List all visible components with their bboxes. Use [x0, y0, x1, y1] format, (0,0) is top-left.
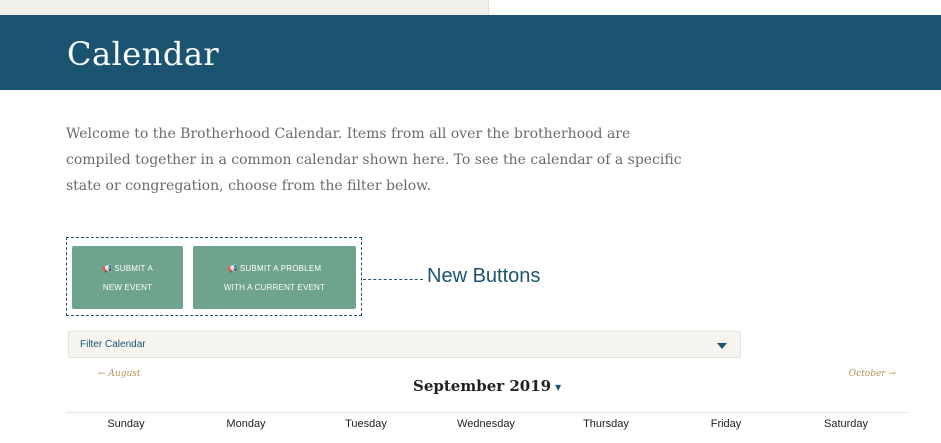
- submit-new-event-line1: 📢 SUBMIT A: [102, 259, 153, 278]
- megaphone-icon: 📢: [227, 263, 238, 273]
- weekday-divider: [66, 412, 909, 413]
- chevron-down-icon: ▾: [555, 380, 562, 394]
- top-strip-right: [489, 0, 941, 15]
- intro-text: Welcome to the Brotherhood Calendar. Ite…: [66, 126, 682, 194]
- submit-problem-line1: 📢 SUBMIT A PROBLEM: [228, 259, 321, 278]
- weekday-friday: Friday: [710, 418, 742, 430]
- weekday-monday: Monday: [226, 418, 266, 430]
- prev-month-link[interactable]: ← August: [98, 369, 141, 379]
- weekday-saturday: Saturday: [823, 418, 869, 430]
- weekday-sunday: Sunday: [107, 418, 145, 430]
- next-month-link[interactable]: October →: [849, 369, 896, 379]
- page-header-banner: Calendar: [0, 15, 941, 90]
- annotation-connector: [363, 279, 423, 280]
- top-strip-left: [0, 0, 489, 15]
- caret-down-icon: [717, 343, 727, 349]
- weekday-tuesday: Tuesday: [345, 418, 387, 430]
- current-month-label: September 2019: [413, 377, 552, 395]
- filter-calendar-dropdown[interactable]: Filter Calendar: [68, 331, 741, 358]
- weekday-wednesday: Wednesday: [457, 418, 515, 430]
- page-title: Calendar: [67, 35, 220, 73]
- weekday-thursday: Thursday: [583, 418, 629, 430]
- submit-problem-button[interactable]: 📢 SUBMIT A PROBLEM WITH A CURRENT EVENT: [193, 246, 356, 309]
- submit-problem-label1: SUBMIT A PROBLEM: [239, 263, 322, 273]
- annotation-label: New Buttons: [427, 265, 541, 287]
- submit-new-event-button[interactable]: 📢 SUBMIT A NEW EVENT: [72, 246, 183, 309]
- submit-new-event-label2: NEW EVENT: [102, 282, 153, 292]
- filter-calendar-label: Filter Calendar: [80, 339, 146, 350]
- megaphone-icon: 📢: [102, 263, 113, 273]
- submit-problem-label2: WITH A CURRENT EVENT: [223, 282, 326, 292]
- month-selector[interactable]: September 2019 ▾: [413, 377, 561, 395]
- submit-new-event-label1: SUBMIT A: [114, 263, 153, 273]
- weekday-header-row: Sunday Monday Tuesday Wednesday Thursday…: [66, 418, 909, 434]
